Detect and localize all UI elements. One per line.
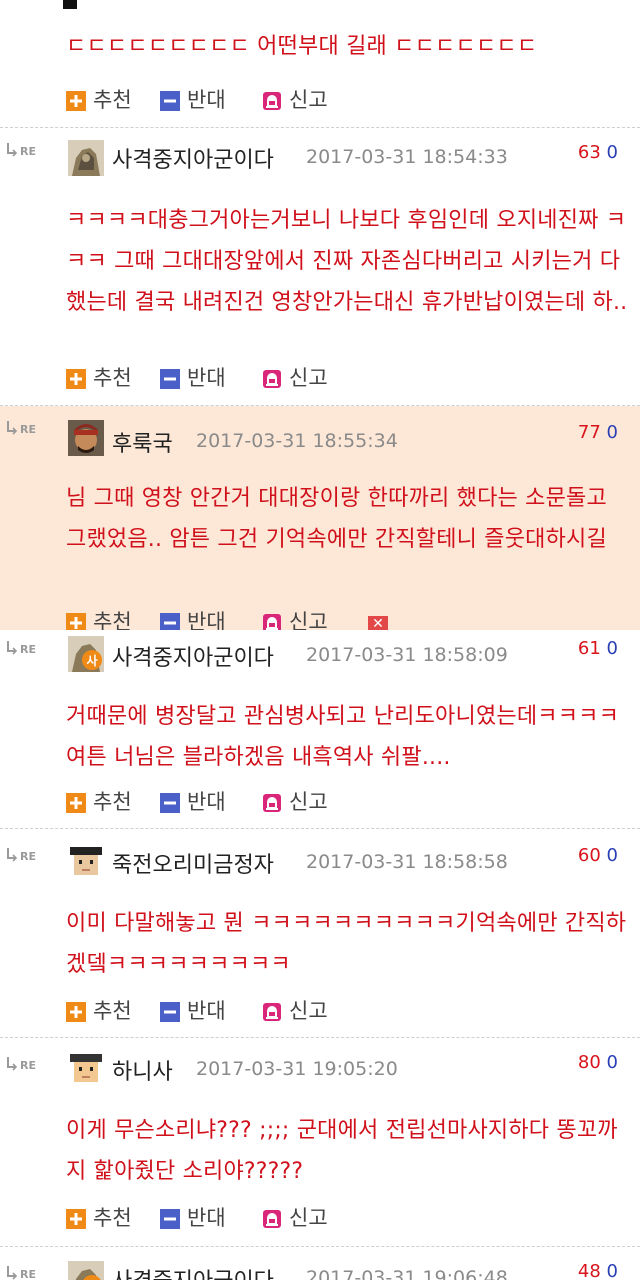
siren-icon — [262, 793, 282, 813]
timestamp: 2017-03-31 19:05:20 — [196, 1058, 398, 1080]
comment-body: ㄷㄷㄷㄷㄷㄷㄷㄷㄷ 어떤부대 길래 ㄷㄷㄷㄷㄷㄷㄷ — [66, 34, 538, 59]
timestamp: 2017-03-31 19:06:48 — [306, 1267, 508, 1280]
minus-icon — [160, 91, 180, 111]
timestamp: 2017-03-31 18:58:09 — [306, 644, 508, 666]
avatar[interactable]: 사 — [68, 636, 104, 672]
vote-score: 63 0 — [577, 142, 618, 163]
reply-marker-icon — [6, 640, 46, 656]
comment-body: 이게 무슨소리냐??? ;;;; 군대에서 전립선마사지하다 똥꼬까지 핥아줬단… — [66, 1118, 618, 1184]
comment-item: 사격중지아군이다 2017-03-31 19:06:48 48 0 — [0, 1247, 640, 1280]
comment-item: 사격중지아군이다 2017-03-31 18:54:33 63 0 ㅋㅋㅋㅋ대충… — [0, 128, 640, 405]
siren-icon — [262, 1002, 282, 1022]
reply-marker-icon — [6, 142, 46, 158]
minus-icon — [160, 793, 180, 813]
timestamp: 2017-03-31 18:54:33 — [306, 146, 508, 168]
comment-item: 사 사격중지아군이다 2017-03-31 18:58:09 61 0 거때문에… — [0, 630, 640, 828]
reply-marker-icon — [6, 420, 46, 436]
comment-body: 이미 다말해놓고 뭔 ㅋㅋㅋㅋㅋㅋㅋㅋㅋㅋ기억속에만 간직하겠뎈ㅋㅋㅋㅋㅋㅋㅋㅋ… — [66, 911, 627, 977]
minus-icon — [160, 1002, 180, 1022]
siren-icon — [262, 369, 282, 389]
nickname[interactable]: 사격중지아군이다 — [112, 142, 274, 174]
comment-item: 하니사 2017-03-31 19:05:20 80 0 이게 무슨소리냐???… — [0, 1038, 640, 1246]
vote-score: 77 0 — [577, 422, 618, 443]
reply-marker-icon — [6, 1265, 46, 1280]
minus-icon — [160, 369, 180, 389]
timestamp: 2017-03-31 18:55:34 — [196, 430, 398, 452]
timestamp: 2017-03-31 18:58:58 — [306, 851, 508, 873]
avatar[interactable] — [68, 140, 104, 176]
minus-icon — [160, 1209, 180, 1229]
siren-icon — [262, 91, 282, 111]
reply-marker-icon — [6, 847, 46, 863]
comment-body: ㅋㅋㅋㅋ대충그거아는거보니 나보다 후임인데 오지네진짜 ㅋㅋㅋ 그때 그대대장… — [66, 208, 628, 315]
comment-item-highlighted: 후룩국 2017-03-31 18:55:34 77 0 님 그때 영창 안간거… — [0, 406, 640, 630]
plus-icon — [66, 91, 86, 111]
minus-icon — [160, 613, 180, 630]
plus-icon — [66, 793, 86, 813]
plus-icon — [66, 1002, 86, 1022]
nickname[interactable]: 사격중지아군이다 — [112, 640, 274, 672]
plus-icon — [66, 613, 86, 630]
siren-icon — [262, 613, 282, 630]
avatar[interactable] — [68, 420, 104, 456]
nickname[interactable]: 후룩국 — [112, 426, 173, 458]
vote-score: 80 0 — [577, 1052, 618, 1073]
nickname[interactable]: 죽전오리미금정자 — [112, 847, 274, 879]
close-icon[interactable]: ✕ — [368, 616, 388, 630]
vote-score: 61 0 — [577, 638, 618, 659]
plus-icon — [66, 1209, 86, 1229]
avatar[interactable] — [68, 843, 104, 879]
siren-icon — [262, 1209, 282, 1229]
svg-text:사: 사 — [86, 653, 97, 668]
nickname[interactable]: 하니사 — [112, 1054, 173, 1086]
vote-score: 60 0 — [577, 845, 618, 866]
plus-icon — [66, 369, 86, 389]
comment-item: 죽전오리미금정자 2017-03-31 18:58:58 60 0 이미 다말해… — [0, 829, 640, 1037]
comment-body: 거때문에 병장달고 관심병사되고 난리도아니였는데ㅋㅋㅋㅋ여튼 너님은 블라하겠… — [66, 704, 620, 770]
cut-off-mark — [63, 0, 77, 9]
nickname[interactable]: 사격중지아군이다 — [112, 1263, 274, 1280]
comment-body: 님 그때 영창 안간거 대대장이랑 한따까리 했다는 소문돌고 그랬었음.. 암… — [66, 486, 607, 552]
reply-marker-icon — [6, 1056, 46, 1072]
comment-top: ㄷㄷㄷㄷㄷㄷㄷㄷㄷ 어떤부대 길래 ㄷㄷㄷㄷㄷㄷㄷ 추천 반대 신고 — [0, 0, 640, 128]
avatar[interactable] — [68, 1050, 104, 1086]
avatar[interactable] — [68, 1261, 104, 1280]
vote-score: 48 0 — [577, 1261, 618, 1280]
